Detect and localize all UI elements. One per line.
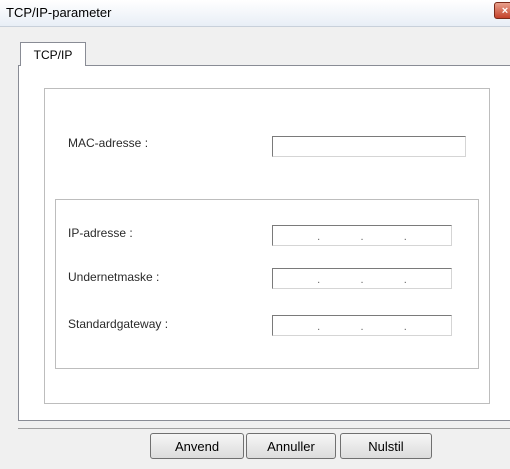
window-title: TCP/IP-parameter [6, 5, 112, 20]
octet-separator: . [403, 274, 407, 286]
subnet-mask-label: Undernetmaske : [68, 270, 160, 284]
apply-button-label: Anvend [174, 438, 220, 454]
reset-button[interactable]: Nulstil [340, 433, 432, 459]
octet-separator: . [317, 231, 321, 243]
mac-address-label: MAC-adresse : [68, 136, 149, 150]
tab-tcpip[interactable]: TCP/IP [20, 42, 86, 66]
tab-label: TCP/IP [33, 47, 73, 62]
title-bar: TCP/IP-parameter × [0, 0, 510, 27]
octet-separator: . [403, 231, 407, 243]
ip-address-field[interactable]: . . . [272, 225, 452, 246]
close-button[interactable]: × [494, 2, 510, 19]
default-gateway-label: Standardgateway : [68, 317, 169, 331]
octet-separator: . [403, 321, 407, 333]
subnet-mask-field[interactable]: . . . [272, 268, 452, 289]
ip-address-label: IP-adresse : [68, 226, 133, 240]
apply-button[interactable]: Anvend [150, 433, 244, 459]
default-gateway-field[interactable]: . . . [272, 315, 452, 336]
cancel-button-label: Annuller [267, 438, 315, 454]
reset-button-label: Nulstil [368, 438, 404, 454]
mac-address-field[interactable] [272, 136, 466, 157]
button-separator [18, 428, 510, 429]
close-icon: × [501, 4, 509, 17]
cancel-button[interactable]: Annuller [246, 433, 336, 459]
octet-separator: . [360, 274, 364, 286]
octet-separator: . [360, 321, 364, 333]
octet-separator: . [317, 274, 321, 286]
octet-separator: . [360, 231, 364, 243]
octet-separator: . [317, 321, 321, 333]
